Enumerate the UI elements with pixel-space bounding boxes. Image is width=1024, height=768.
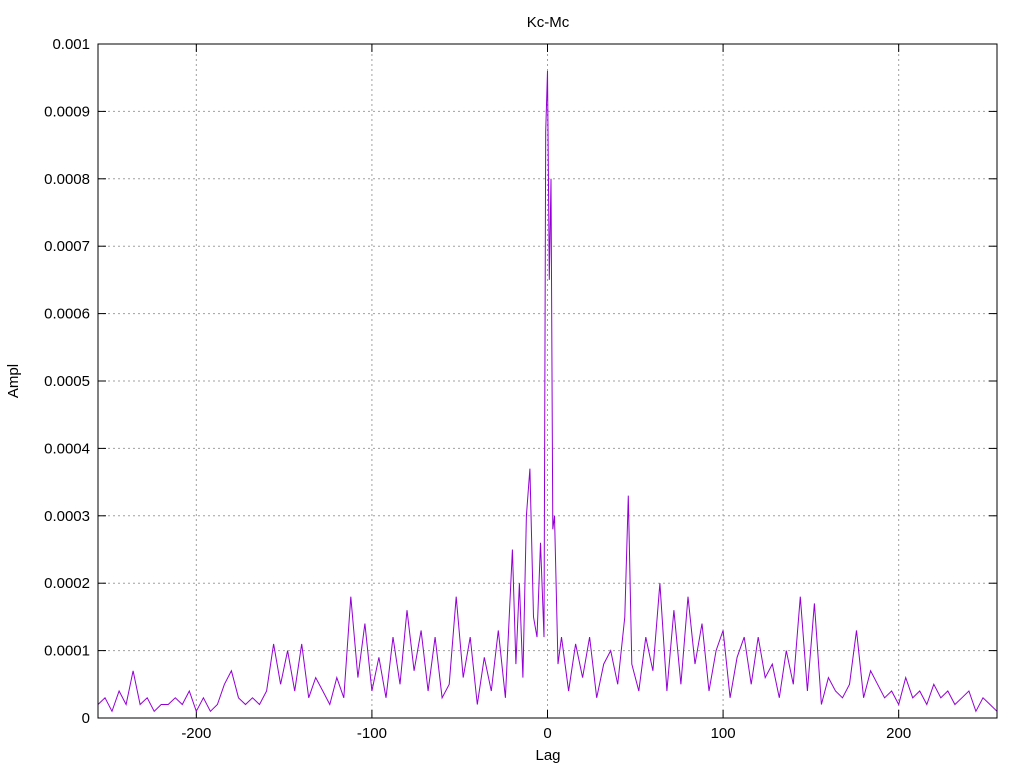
x-tick-label: 0 xyxy=(543,725,551,742)
y-tick-label: 0.0008 xyxy=(44,171,90,188)
y-tick-label: 0.0006 xyxy=(44,306,90,323)
y-tick-label: 0.0004 xyxy=(44,440,90,457)
x-tick-label: -100 xyxy=(357,725,387,742)
y-tick-label: 0.0005 xyxy=(44,373,90,390)
chart: Kc-Mc Lag Ampl 0 0.0001 0.0002 0.0003 0.0004… xyxy=(5,14,998,764)
y-tick-label: 0.0009 xyxy=(44,103,90,120)
x-axis-label: Lag xyxy=(535,747,560,764)
chart-title: Kc-Mc xyxy=(527,14,570,31)
x-tick-label: -200 xyxy=(181,725,211,742)
y-tick-label: 0.0001 xyxy=(44,643,90,660)
y-tick-label: 0 xyxy=(82,710,90,727)
grid xyxy=(98,44,997,718)
y-tick-label: 0.001 xyxy=(52,36,90,53)
x-tick-label: 100 xyxy=(711,725,736,742)
y-tick-label: 0.0002 xyxy=(44,575,90,592)
y-tick-label: 0.0007 xyxy=(44,238,90,255)
ticks: 0 0.0001 0.0002 0.0003 0.0004 0.0005 0.0006 0.0… xyxy=(44,36,997,742)
x-tick-label: 200 xyxy=(886,725,911,742)
y-tick-label: 0.0003 xyxy=(44,508,90,525)
y-axis-label: Ampl xyxy=(5,364,22,398)
